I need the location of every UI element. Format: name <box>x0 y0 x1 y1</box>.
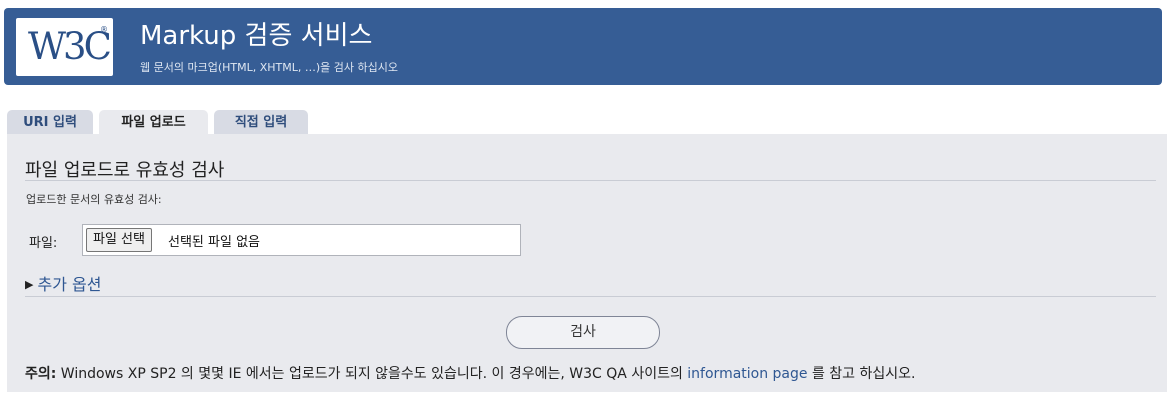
page-title: Markup 검증 서비스 <box>140 21 373 51</box>
upload-panel: 파일 업로드로 유효성 검사 업로드한 문서의 유효성 검사: 파일: 파일 선… <box>7 134 1167 392</box>
options-divider <box>25 296 1156 297</box>
w3c-logo[interactable]: W3C ® <box>16 18 113 76</box>
note-text: Windows XP SP2 의 몇몇 IE 에서는 업로드가 되지 않을수도 … <box>56 366 688 382</box>
more-options-label: 추가 옵션 <box>37 275 102 294</box>
tab-direct-input[interactable]: 직접 입력 <box>214 110 308 134</box>
logo-text: W3C <box>28 25 112 68</box>
check-button[interactable]: 검사 <box>506 316 660 349</box>
heading-divider <box>25 180 1156 181</box>
logo-registered-mark: ® <box>100 25 108 34</box>
file-input[interactable]: 파일 선택 선택된 파일 없음 <box>82 224 521 256</box>
note-suffix: 를 참고 하십시오. <box>807 366 916 382</box>
triangle-right-icon: ▶ <box>25 278 34 291</box>
panel-heading: 파일 업로드로 유효성 검사 <box>25 160 225 181</box>
panel-description: 업로드한 문서의 유효성 검사: <box>26 193 162 206</box>
tab-file-upload[interactable]: 파일 업로드 <box>99 110 208 135</box>
tab-uri-input[interactable]: URI 입력 <box>7 110 93 134</box>
note-prefix: 주의: <box>25 366 57 382</box>
file-status-text: 선택된 파일 없음 <box>168 235 260 250</box>
header-banner: W3C ® Markup 검증 서비스 웹 문서의 마크업(HTML, XHTM… <box>4 8 1162 85</box>
page-subtitle: 웹 문서의 마크업(HTML, XHTML, …)을 검사 하십시오 <box>140 61 398 74</box>
information-page-link[interactable]: information page <box>687 366 807 382</box>
more-options-toggle[interactable]: ▶ 추가 옵션 <box>25 271 101 295</box>
upload-note: 주의: Windows XP SP2 의 몇몇 IE 에서는 업로드가 되지 않… <box>25 363 915 383</box>
file-label: 파일: <box>29 236 58 251</box>
choose-file-button[interactable]: 파일 선택 <box>86 228 152 252</box>
